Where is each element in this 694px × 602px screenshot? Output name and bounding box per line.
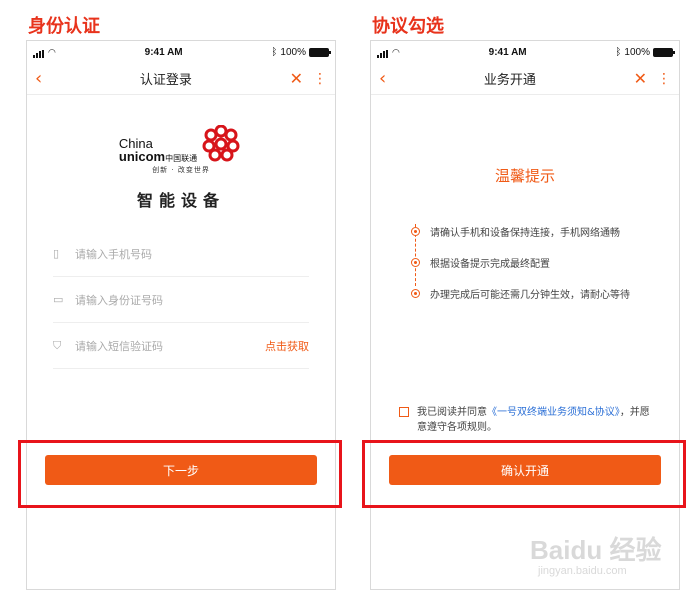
status-bar: ◠ 9:41 AM ᛒ 100% [27,41,335,63]
phone-number-placeholder: 请输入手机号码 [75,247,152,261]
watermark: Baidu 经验 jingyan.baidu.com [530,530,661,577]
status-time: 9:41 AM [488,46,527,58]
signal-icon [377,47,389,58]
sms-code-field[interactable]: ⛉ 请输入短信验证码 点击获取 [53,323,309,369]
page-title: 业务开通 [483,73,536,88]
step-list: 请确认手机和设备保持连接，手机网络通畅 根据设备提示完成最终配置 办理完成后可能… [411,216,679,309]
bluetooth-icon: ᛒ [615,46,622,58]
more-icon[interactable]: ⋮ [313,72,327,86]
sms-code-placeholder: 请输入短信验证码 [75,339,163,353]
wifi-icon: ◠ [392,46,400,57]
device-title: 智能设备 [136,191,225,210]
agreement-prefix: 我已阅读并同意 [417,407,487,418]
get-code-button[interactable]: 点击获取 [265,338,309,354]
shield-icon: ⛉ [53,338,62,352]
close-icon[interactable]: ✕ [290,70,303,87]
bluetooth-icon: ᛒ [271,46,278,58]
agreement-text: 我已阅读并同意《一号双终端业务须知&协议》，并愿意遵守各项规则。 [417,405,659,435]
more-icon[interactable]: ⋮ [657,72,671,86]
back-icon[interactable]: ‹ [379,69,386,88]
list-item: 请确认手机和设备保持连接，手机网络通畅 [411,216,679,247]
step-text: 请确认手机和设备保持连接，手机网络通畅 [430,228,620,239]
close-icon[interactable]: ✕ [634,70,647,87]
phone-number-field[interactable]: ▯ 请输入手机号码 [53,231,309,277]
battery-icon [308,47,331,57]
unicom-knot-icon [202,125,240,162]
agreement-checkbox[interactable] [399,407,409,417]
battery-percent: 100% [280,46,306,58]
list-item: 办理完成后可能还需几分钟生效，请耐心等待 [411,278,679,309]
logo-slogan: 创新 · 改变世界 [152,166,210,174]
logo-text-unicom: unicom [118,149,166,164]
page-title: 认证登录 [139,73,192,88]
status-time: 9:41 AM [144,46,183,58]
step-text: 根据设备提示完成最终配置 [430,259,550,270]
nav-bar: ‹ 认证登录 ✕ ⋮ [27,63,335,95]
step-text: 办理完成后可能还需几分钟生效，请耐心等待 [430,290,630,301]
phone-icon: ▯ [53,247,60,260]
id-number-field[interactable]: ▭ 请输入身份证号码 [53,277,309,323]
id-number-placeholder: 请输入身份证号码 [75,293,163,307]
agreement-link[interactable]: 《一号双终端业务须知&协议》 [487,407,620,418]
battery-icon [652,47,675,57]
id-card-icon: ▭ [53,293,64,306]
step-dot-icon [411,227,420,236]
step-dot-icon [411,289,420,298]
watermark-brand: Baidu 经验 [530,535,662,565]
signal-icon [33,47,45,58]
wifi-icon: ◠ [48,46,56,57]
agreement-row: 我已阅读并同意《一号双终端业务须知&协议》，并愿意遵守各项规则。 [399,405,659,435]
highlight-box-next [18,440,342,508]
list-item: 根据设备提示完成最终配置 [411,247,679,278]
section-title-identity: 身份认证 [28,16,100,37]
step-dot-icon [411,258,420,267]
logo-text-cn: 中国联通 [165,154,198,163]
back-icon[interactable]: ‹ [35,69,42,88]
battery-percent: 100% [624,46,650,58]
highlight-box-confirm [362,440,686,508]
tip-title: 温馨提示 [494,167,555,185]
nav-bar: ‹ 业务开通 ✕ ⋮ [371,63,679,95]
brand-logo: China unicom中国联通 创新 · 改变世界 智能设备 [27,125,335,211]
status-bar: ◠ 9:41 AM ᛒ 100% [371,41,679,63]
section-title-agreement: 协议勾选 [372,16,444,37]
